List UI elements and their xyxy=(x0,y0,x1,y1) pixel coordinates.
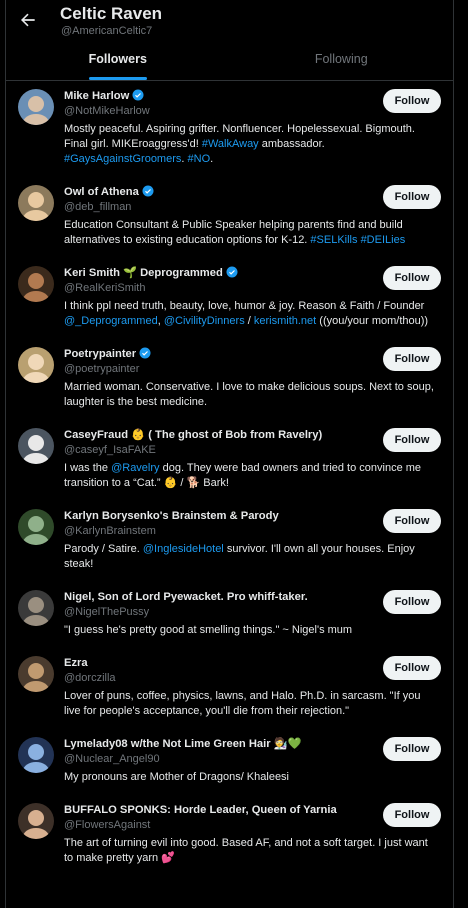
verified-badge-icon xyxy=(132,89,144,101)
avatar[interactable] xyxy=(18,656,54,692)
avatar[interactable] xyxy=(18,266,54,302)
verified-badge-icon xyxy=(226,266,238,278)
follower-item[interactable]: Poetrypainter @poetrypainter Married woman… xyxy=(6,339,453,420)
avatar[interactable] xyxy=(18,509,54,545)
tab-bar: Followers Following xyxy=(6,42,453,81)
follow-button[interactable]: Follow xyxy=(383,347,441,371)
bio-text: . xyxy=(210,153,214,165)
follow-button[interactable]: Follow xyxy=(383,803,441,827)
bio-text: Parody / Satire. xyxy=(64,543,143,555)
follower-bio: The art of turning evil into good. Based… xyxy=(64,836,441,866)
follow-button[interactable]: Follow xyxy=(383,737,441,761)
avatar[interactable] xyxy=(18,89,54,125)
follower-bio: Education Consultant & Public Speaker he… xyxy=(64,218,441,248)
bio-link[interactable]: #NO xyxy=(188,153,211,165)
follower-item[interactable]: Nigel, Son of Lord Pyewacket. Pro whiff-… xyxy=(6,582,453,648)
follower-bio: Mostly peaceful. Aspiring grifter. Nonfl… xyxy=(64,122,441,167)
avatar[interactable] xyxy=(18,428,54,464)
bio-link[interactable]: @_Deprogrammed xyxy=(64,315,158,327)
verified-badge-icon xyxy=(142,185,154,197)
bio-text: The art of turning evil into good. Based… xyxy=(64,837,428,864)
follow-button[interactable]: Follow xyxy=(383,656,441,680)
bio-text: I was the xyxy=(64,462,112,474)
follower-name[interactable]: Nigel, Son of Lord Pyewacket. Pro whiff-… xyxy=(64,591,308,603)
bio-text: "I guess he's pretty good at smelling th… xyxy=(64,624,353,636)
followers-list: Mike Harlow @NotMikeHarlow Mostly peaceful… xyxy=(6,81,453,876)
avatar[interactable] xyxy=(18,590,54,626)
follow-button[interactable]: Follow xyxy=(383,590,441,614)
follower-item[interactable]: Keri Smith 🌱 Deprogrammed @RealKeriSmith I… xyxy=(6,258,453,339)
follower-bio: Lover of puns, coffee, physics, lawns, a… xyxy=(64,689,441,719)
follower-name[interactable]: Owl of Athena xyxy=(64,186,139,198)
follow-button[interactable]: Follow xyxy=(383,428,441,452)
follower-item[interactable]: BUFFALO SPONKS: Horde Leader, Queen of Y… xyxy=(6,795,453,876)
verified-badge-icon xyxy=(139,347,151,359)
bio-link[interactable]: #SELKills xyxy=(310,234,357,246)
followers-page: Celtic Raven @AmericanCeltic7 Followers … xyxy=(5,0,454,908)
bio-text: ambassador. xyxy=(258,138,325,150)
page-handle: @AmericanCeltic7 xyxy=(61,25,153,37)
bio-text: I think ppl need truth, beauty, love, hu… xyxy=(64,300,425,312)
bio-link[interactable]: #WalkAway xyxy=(202,138,259,150)
follower-name[interactable]: BUFFALO SPONKS: Horde Leader, Queen of Y… xyxy=(64,804,337,816)
follower-name[interactable]: CaseyFraud 👶 ( The ghost of Bob from Rav… xyxy=(64,429,322,441)
bio-link[interactable]: @Ravelry xyxy=(111,462,159,474)
bio-link[interactable]: @InglesideHotel xyxy=(143,543,224,555)
follower-item[interactable]: Karlyn Borysenko's Brainstem & Parody @Ka… xyxy=(6,501,453,582)
follower-bio: I was the @Ravelry dog. They were bad ow… xyxy=(64,461,441,491)
bio-link[interactable]: #DEILies xyxy=(361,234,406,246)
bio-link[interactable]: kerismith.net xyxy=(254,315,316,327)
follow-button[interactable]: Follow xyxy=(383,185,441,209)
bio-text: My pronouns are Mother of Dragons/ Khale… xyxy=(64,771,290,783)
follow-button[interactable]: Follow xyxy=(383,89,441,113)
bio-text: ((you/your mom/thou)) xyxy=(316,315,429,327)
follower-item[interactable]: Mike Harlow @NotMikeHarlow Mostly peaceful… xyxy=(6,81,453,177)
follower-bio: Married woman. Conservative. I love to m… xyxy=(64,380,441,410)
follower-bio: I think ppl need truth, beauty, love, hu… xyxy=(64,299,441,329)
bio-text: Lover of puns, coffee, physics, lawns, a… xyxy=(64,690,421,717)
follower-item[interactable]: CaseyFraud 👶 ( The ghost of Bob from Rav… xyxy=(6,420,453,501)
follower-item[interactable]: Ezra @dorczilla Lover of puns, coffee, phy… xyxy=(6,648,453,729)
follower-name[interactable]: Poetrypainter xyxy=(64,348,136,360)
follow-button[interactable]: Follow xyxy=(383,509,441,533)
page-header: Celtic Raven @AmericanCeltic7 xyxy=(6,0,453,42)
follower-name[interactable]: Ezra xyxy=(64,657,88,669)
follower-item[interactable]: Lymelady08 w/the Not Lime Green Hair 🧑‍🔬… xyxy=(6,729,453,795)
follower-item[interactable]: Owl of Athena @deb_fillman Education Consu… xyxy=(6,177,453,258)
page-title: Celtic Raven xyxy=(60,4,163,23)
tab-following[interactable]: Following xyxy=(230,42,454,80)
follower-bio: Parody / Satire. @InglesideHotel survivo… xyxy=(64,542,441,572)
follower-name[interactable]: Karlyn Borysenko's Brainstem & Parody xyxy=(64,510,279,522)
bio-link[interactable]: @CivilityDinners xyxy=(164,315,245,327)
bio-text: / xyxy=(244,315,254,327)
follow-button[interactable]: Follow xyxy=(383,266,441,290)
follower-name[interactable]: Keri Smith 🌱 Deprogrammed xyxy=(64,267,223,279)
avatar[interactable] xyxy=(18,737,54,773)
avatar[interactable] xyxy=(18,803,54,839)
avatar[interactable] xyxy=(18,185,54,221)
back-arrow-icon[interactable] xyxy=(18,10,38,30)
bio-text: Married woman. Conservative. I love to m… xyxy=(64,381,434,408)
follower-name[interactable]: Lymelady08 w/the Not Lime Green Hair 🧑‍🔬… xyxy=(64,738,302,750)
bio-link[interactable]: #GaysAgainstGroomers xyxy=(64,153,181,165)
tab-followers[interactable]: Followers xyxy=(6,42,230,80)
follower-name[interactable]: Mike Harlow xyxy=(64,90,129,102)
avatar[interactable] xyxy=(18,347,54,383)
follower-bio: "I guess he's pretty good at smelling th… xyxy=(64,623,441,638)
follower-bio: My pronouns are Mother of Dragons/ Khale… xyxy=(64,770,441,785)
